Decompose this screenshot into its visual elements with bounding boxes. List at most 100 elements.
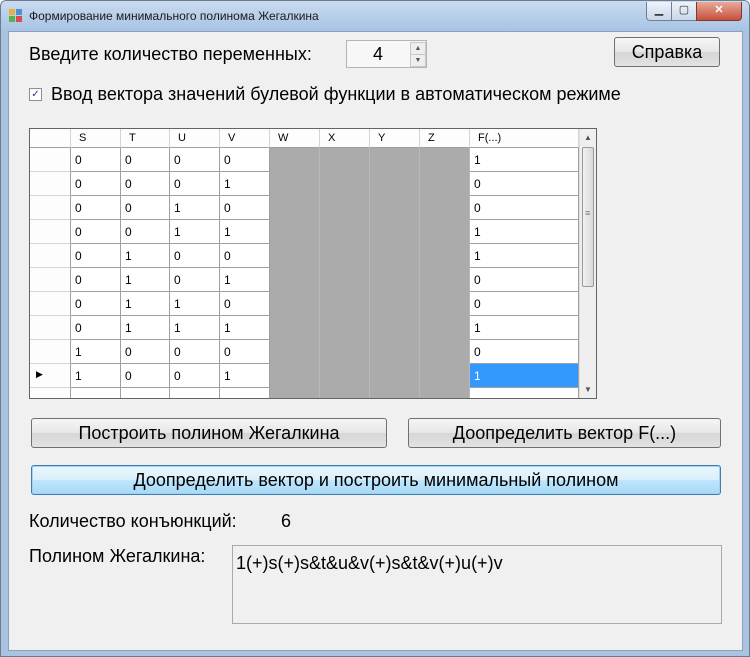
variable-value-cell[interactable]: 0	[121, 220, 170, 244]
scroll-down-arrow-icon[interactable]: ▼	[580, 381, 596, 398]
variable-value-cell[interactable]: 1	[220, 268, 270, 292]
row-header[interactable]	[30, 220, 71, 244]
function-value-cell[interactable]: 1	[470, 148, 579, 172]
variable-value-cell[interactable]: 1	[121, 292, 170, 316]
function-value-cell[interactable]: 0	[470, 340, 579, 364]
variable-value-cell[interactable]: 0	[71, 196, 121, 220]
close-button[interactable]: ✕	[696, 2, 742, 21]
table-cell[interactable]	[470, 388, 579, 398]
maximize-icon: ▢	[678, 4, 690, 16]
variable-value-cell[interactable]: 0	[71, 268, 121, 292]
scrollbar-thumb[interactable]: ≡	[582, 147, 594, 287]
variable-value-cell[interactable]: 1	[220, 220, 270, 244]
var-count-value[interactable]: 4	[347, 44, 409, 65]
complete-and-build-button[interactable]: Доопределить вектор и построить минималь…	[31, 465, 721, 495]
variable-value-cell[interactable]: 0	[170, 340, 220, 364]
column-header-z[interactable]: Z	[420, 129, 470, 148]
row-header[interactable]	[30, 316, 71, 340]
function-value-cell[interactable]: 1	[470, 220, 579, 244]
variable-value-cell[interactable]: 1	[220, 316, 270, 340]
row-header[interactable]	[30, 172, 71, 196]
build-polynomial-button[interactable]: Построить полином Жегалкина	[31, 418, 387, 448]
variable-value-cell[interactable]: 1	[121, 268, 170, 292]
variable-value-cell[interactable]: 0	[220, 196, 270, 220]
variable-value-cell[interactable]: 0	[71, 148, 121, 172]
variable-value-cell[interactable]: 1	[220, 364, 270, 388]
function-value-cell[interactable]: 0	[470, 292, 579, 316]
disabled-variable-cell	[370, 388, 420, 398]
variable-value-cell[interactable]: 0	[71, 172, 121, 196]
maximize-button[interactable]: ▢	[671, 2, 697, 21]
variable-value-cell[interactable]: 0	[220, 292, 270, 316]
variable-value-cell[interactable]: 1	[170, 220, 220, 244]
variable-value-cell[interactable]: 0	[121, 364, 170, 388]
grid-vertical-scrollbar[interactable]: ▲ ≡ ▼	[579, 129, 596, 398]
function-value-cell[interactable]: 0	[470, 268, 579, 292]
variable-value-cell[interactable]: 1	[71, 340, 121, 364]
function-value-cell[interactable]: 1	[470, 244, 579, 268]
variable-value-cell[interactable]: 1	[121, 316, 170, 340]
complete-vector-button[interactable]: Доопределить вектор F(...)	[408, 418, 721, 448]
variable-value-cell[interactable]: 0	[170, 244, 220, 268]
disabled-variable-cell	[420, 220, 470, 244]
variable-value-cell[interactable]: 0	[121, 148, 170, 172]
row-header[interactable]	[30, 292, 71, 316]
variable-value-cell[interactable]: 0	[71, 244, 121, 268]
column-header-y[interactable]: Y	[370, 129, 420, 148]
variable-value-cell[interactable]: 0	[121, 172, 170, 196]
variable-value-cell[interactable]: 0	[170, 268, 220, 292]
table-cell[interactable]	[170, 388, 220, 398]
column-header-t[interactable]: T	[121, 129, 170, 148]
function-value-cell[interactable]: 1	[470, 316, 579, 340]
function-value-cell[interactable]: 0	[470, 196, 579, 220]
function-value-cell[interactable]: 1	[470, 364, 579, 388]
variable-value-cell[interactable]: 0	[220, 340, 270, 364]
variable-value-cell[interactable]: 1	[170, 292, 220, 316]
row-header[interactable]	[30, 268, 71, 292]
title-bar[interactable]: Формирование минимального полинома Жегал…	[1, 1, 749, 31]
variable-value-cell[interactable]: 1	[220, 172, 270, 196]
help-button[interactable]: Справка	[614, 37, 720, 67]
variable-value-cell[interactable]: 0	[121, 196, 170, 220]
auto-mode-checkbox[interactable]: ✓	[29, 88, 42, 101]
column-header-v[interactable]: V	[220, 129, 270, 148]
column-header-w[interactable]: W	[270, 129, 320, 148]
row-header[interactable]	[30, 388, 71, 398]
variable-value-cell[interactable]: 0	[170, 148, 220, 172]
variable-value-cell[interactable]: 0	[220, 244, 270, 268]
row-header[interactable]	[30, 340, 71, 364]
disabled-variable-cell	[420, 268, 470, 292]
variable-value-cell[interactable]: 0	[71, 292, 121, 316]
variable-value-cell[interactable]: 0	[71, 316, 121, 340]
var-count-spinner[interactable]: 4 ▲ ▼	[346, 40, 427, 68]
row-header[interactable]: ▶	[30, 364, 71, 388]
row-header[interactable]	[30, 196, 71, 220]
column-header-u[interactable]: U	[170, 129, 220, 148]
row-header[interactable]	[30, 244, 71, 268]
column-header-x[interactable]: X	[320, 129, 370, 148]
table-cell[interactable]	[220, 388, 270, 398]
variable-value-cell[interactable]: 0	[170, 172, 220, 196]
truth-table-grid[interactable]: S T U V W X Y Z F(...) 0 0 0 0 1 0 0 0 1 0 0 0 1 0 0 0 0 1 1 1 0 1 0 0 1 0…	[29, 128, 597, 399]
variable-value-cell[interactable]: 0	[71, 220, 121, 244]
spinner-down-arrow-icon[interactable]: ▼	[410, 54, 426, 67]
table-cell[interactable]	[71, 388, 121, 398]
table-cell[interactable]	[121, 388, 170, 398]
variable-value-cell[interactable]: 0	[121, 340, 170, 364]
variable-value-cell[interactable]: 1	[71, 364, 121, 388]
row-header[interactable]	[30, 148, 71, 172]
variable-value-cell[interactable]: 1	[170, 196, 220, 220]
disabled-variable-cell	[320, 196, 370, 220]
variable-value-cell[interactable]: 1	[170, 316, 220, 340]
column-header-s[interactable]: S	[71, 129, 121, 148]
column-header-f[interactable]: F(...)	[470, 129, 579, 148]
function-value-cell[interactable]: 0	[470, 172, 579, 196]
disabled-variable-cell	[270, 292, 320, 316]
scroll-up-arrow-icon[interactable]: ▲	[580, 129, 596, 146]
variable-value-cell[interactable]: 0	[220, 148, 270, 172]
polynomial-text[interactable]: 1(+)s(+)s&t&u&v(+)s&t&v(+)u(+)v	[236, 553, 503, 574]
minimize-button[interactable]: ▁	[646, 2, 672, 21]
variable-value-cell[interactable]: 0	[170, 364, 220, 388]
polynomial-output-box[interactable]: 1(+)s(+)s&t&u&v(+)s&t&v(+)u(+)v	[232, 545, 722, 624]
variable-value-cell[interactable]: 1	[121, 244, 170, 268]
